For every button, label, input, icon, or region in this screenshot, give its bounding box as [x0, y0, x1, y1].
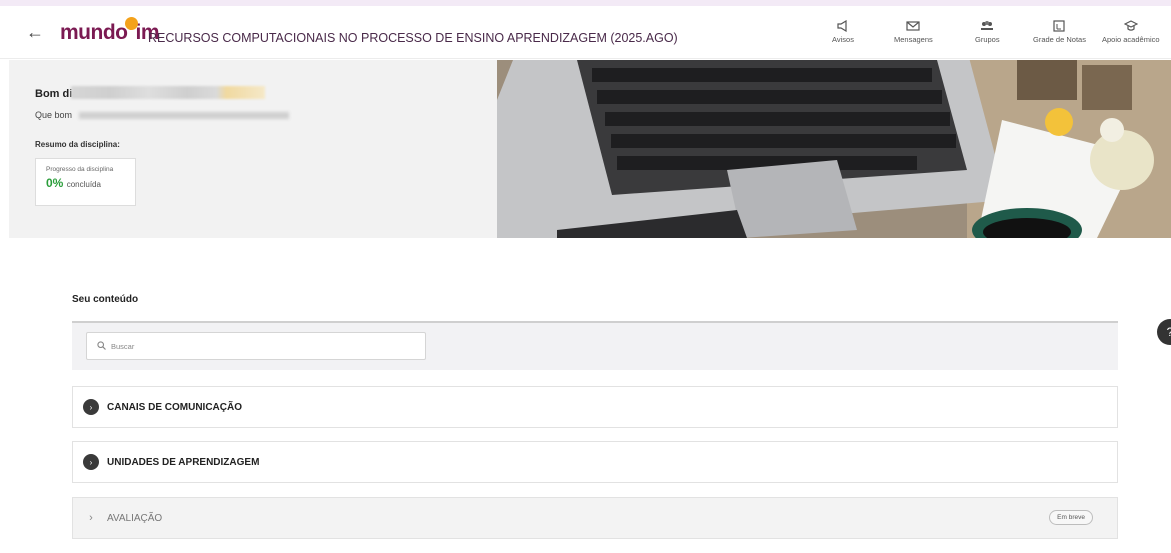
laptop-desk-illustration — [497, 60, 1171, 238]
chevron-right-icon: › — [89, 512, 93, 524]
section-label: AVALIAÇÃO — [107, 512, 163, 524]
progress-value: 0% concluída — [46, 176, 101, 190]
nav-apoio-academico[interactable]: Apoio acadêmico — [1102, 20, 1160, 44]
envelope-icon — [906, 21, 920, 31]
summary-label: Resumo da disciplina: — [35, 140, 120, 149]
search-placeholder: Buscar — [111, 341, 135, 351]
section-label: UNIDADES DE APRENDIZAGEM — [107, 456, 260, 468]
help-button-icon[interactable]: ? — [1157, 319, 1171, 345]
content-section-title: Seu conteúdo — [72, 294, 139, 305]
progress-label: Progresso da disciplina — [46, 166, 114, 173]
section-canais-de-comunicacao[interactable]: › CANAIS DE COMUNICAÇÃO — [72, 386, 1118, 428]
gradebook-icon — [1053, 20, 1066, 32]
section-unidades-de-aprendizagem[interactable]: › UNIDADES DE APRENDIZAGEM — [72, 441, 1118, 483]
megaphone-icon — [837, 20, 847, 32]
blurred-user-name — [71, 86, 265, 99]
course-title: RECURSOS COMPUTACIONAIS NO PROCESSO DE E… — [148, 31, 678, 45]
nav-grade-de-notas[interactable]: Grade de Notas — [1033, 20, 1086, 44]
back-arrow-icon[interactable]: ← — [26, 22, 44, 43]
welcome-panel: Bom dia Que bom Resumo da disciplina: Pr… — [9, 60, 497, 238]
mundo-im-logo[interactable]: mundo im — [60, 17, 159, 45]
nav-mensagens[interactable]: Mensagens — [894, 20, 933, 44]
blurred-subtitle-text — [79, 112, 289, 119]
search-bar-container: Buscar — [72, 321, 1118, 370]
hero-laptop-image — [497, 60, 1171, 238]
chevron-right-icon: › — [83, 454, 99, 470]
chevron-right-icon: › — [83, 399, 99, 415]
top-header: ← mundo im RECURSOS COMPUTACIONAIS NO PRO… — [0, 6, 1171, 59]
people-icon — [981, 21, 994, 30]
search-icon — [97, 340, 106, 352]
coming-soon-badge: Em breve — [1049, 510, 1093, 525]
section-avaliacao: › AVALIAÇÃO Em breve — [72, 497, 1118, 539]
graduation-cap-icon — [1123, 20, 1138, 31]
section-label: CANAIS DE COMUNICAÇÃO — [107, 401, 242, 413]
progress-card: Progresso da disciplina 0% concluída — [35, 158, 136, 206]
search-input[interactable]: Buscar — [86, 332, 426, 360]
greeting-subtitle: Que bom — [35, 110, 73, 120]
nav-grupos[interactable]: Grupos — [975, 20, 1000, 44]
nav-avisos[interactable]: Avisos — [832, 20, 854, 44]
